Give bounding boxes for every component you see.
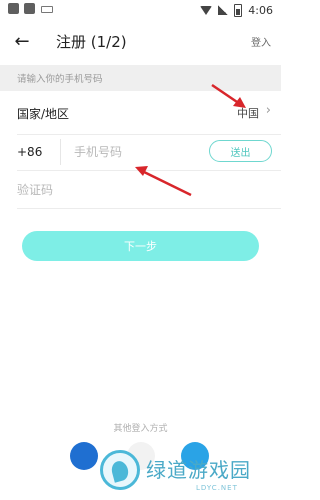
verification-code-input[interactable] [17, 179, 217, 201]
facebook-icon[interactable] [70, 442, 98, 470]
divider [17, 134, 281, 135]
divider [17, 170, 281, 171]
wifi-icon [200, 5, 213, 15]
arrow-head-icon [135, 166, 148, 176]
watermark-subtext: LDYC.NET [196, 484, 238, 492]
send-code-button[interactable]: 送出 [209, 140, 272, 162]
country-label: 国家/地区 [17, 107, 70, 121]
page-title: 注册 (1/2) [56, 33, 127, 51]
next-step-button[interactable]: 下一步 [22, 231, 259, 261]
country-code[interactable]: +86 [17, 145, 42, 159]
divider [17, 208, 281, 209]
other-login-label: 其他登入方式 [113, 424, 168, 434]
status-icons: 4:06 [200, 2, 273, 18]
status-time: 4:06 [248, 3, 273, 17]
phone-hint-bar: 请输入你的手机号码 [0, 65, 281, 91]
watermark-text: 绿道游戏园 [146, 458, 251, 482]
notification-icon [24, 3, 35, 14]
battery-icon [234, 3, 243, 17]
back-arrow-icon[interactable]: ← [10, 30, 34, 54]
phone-hint-text: 请输入你的手机号码 [17, 74, 103, 85]
chevron-right-icon[interactable]: › [266, 103, 271, 118]
watermark-logo-icon [100, 450, 140, 490]
watermark: 绿道游戏园 LDYC.NET [100, 448, 281, 500]
signal-icon [218, 5, 229, 15]
app-header: ← 注册 (1/2) 登入 [0, 20, 281, 64]
phone-input[interactable] [74, 140, 194, 164]
notification-icon [8, 3, 19, 14]
divider [60, 139, 61, 165]
country-value[interactable]: 中国 [237, 105, 259, 121]
status-bar: 4:06 [0, 0, 281, 20]
keyboard-icon [41, 6, 53, 13]
login-link[interactable]: 登入 [251, 34, 271, 49]
